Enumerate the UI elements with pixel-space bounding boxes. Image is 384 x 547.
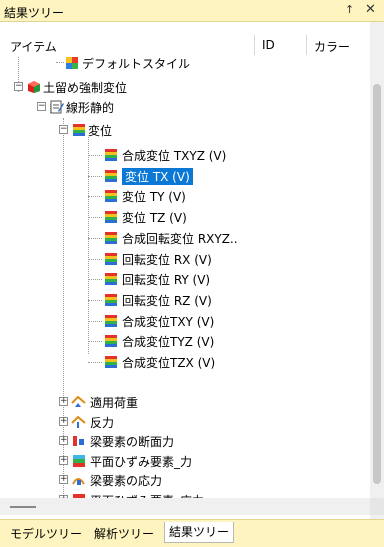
tab-analysis-tree[interactable]: 解析ツリー xyxy=(90,525,158,542)
collapse-toggle[interactable]: − xyxy=(14,82,23,91)
vertical-scrollbar[interactable] xyxy=(370,22,384,519)
contour-icon xyxy=(73,124,85,136)
panel-title: 結果ツリー xyxy=(4,6,65,20)
reaction-icon xyxy=(71,415,86,428)
tree-node-displacement-item[interactable]: 変位 TX (V) xyxy=(0,166,370,185)
contour-icon xyxy=(105,252,117,265)
tree-node-displacement-item[interactable]: 変位 TY (V) xyxy=(0,186,370,205)
scroll-thumb[interactable] xyxy=(10,506,36,508)
contour-icon xyxy=(105,314,117,327)
horizontal-scrollbar[interactable] xyxy=(0,498,370,515)
contour-icon xyxy=(105,273,117,286)
tree-node-displacement-item[interactable]: 変位 TZ (V) xyxy=(0,207,370,226)
scroll-thumb[interactable] xyxy=(373,84,381,484)
contour-icon xyxy=(105,335,117,348)
close-icon[interactable]: ✕ xyxy=(365,2,376,17)
expand-toggle[interactable]: + xyxy=(59,436,68,445)
tree-node-result-item[interactable]: + 適用荷重 xyxy=(0,392,370,411)
tree-node-displacement-item[interactable]: 合成変位TZX (V) xyxy=(0,352,370,371)
contour-icon xyxy=(105,149,117,161)
analysis-doc-icon xyxy=(50,100,64,114)
tree-node-displacement-item[interactable]: 合成変位TXY (V) xyxy=(0,311,370,330)
contour-icon xyxy=(105,356,117,368)
contour-icon xyxy=(105,211,117,224)
tree-node-analysis[interactable]: − 線形静的 xyxy=(0,97,370,116)
tree-node-displacement-item[interactable]: 回転変位 RY (V) xyxy=(0,269,370,288)
model-cube-icon xyxy=(28,81,40,93)
plane-strain-icon xyxy=(73,454,85,467)
collapse-toggle[interactable]: − xyxy=(59,125,68,134)
panel-title-bar: 結果ツリー ↑ ✕ xyxy=(0,0,384,22)
pin-icon[interactable]: ↑ xyxy=(345,3,354,16)
tree-node-root[interactable]: − 土留め強制変位 xyxy=(0,77,370,96)
expand-toggle[interactable]: + xyxy=(59,416,68,426)
tree-node-displacement-item[interactable]: 合成変位 TXYZ (V) xyxy=(0,145,370,164)
tree-node-result-item[interactable]: + 梁要素の断面力 xyxy=(0,431,370,450)
load-icon xyxy=(71,395,86,407)
scroll-corner xyxy=(370,498,384,515)
tree-node-displacement[interactable]: − 変位 xyxy=(0,120,370,139)
tree-node-result-item[interactable]: + 平面ひずみ要素_力 xyxy=(0,451,370,470)
result-tree: デフォルトスタイル − 土留め強制変位 − 線形静的 − 変位 合成変位 TXY… xyxy=(0,22,370,519)
tab-model-tree[interactable]: モデルツリー xyxy=(6,525,86,542)
tree-node-result-item[interactable]: + 梁要素の応力 xyxy=(0,470,370,489)
tree-tabs: モデルツリー 解析ツリー 結果ツリー xyxy=(0,519,384,547)
tab-result-tree[interactable]: 結果ツリー xyxy=(164,522,235,543)
tree-node-displacement-item[interactable]: 回転変位 RZ (V) xyxy=(0,290,370,309)
expand-toggle[interactable]: + xyxy=(59,455,68,465)
beam-stress-icon xyxy=(72,478,85,485)
beam-force-icon xyxy=(73,436,84,446)
expand-toggle[interactable]: + xyxy=(59,475,68,484)
tree-node-displacement-item[interactable]: 合成回転変位 RXYZ.. xyxy=(0,228,370,247)
result-tree-panel: アイテム ID カラー デフォルトスタイル − 土留め強制変位 − 線形静的 −… xyxy=(0,22,384,519)
tree-node-result-item[interactable]: + 反力 xyxy=(0,412,370,431)
tree-node-displacement-item[interactable]: 回転変位 RX (V) xyxy=(0,249,370,268)
collapse-toggle[interactable]: − xyxy=(37,102,46,111)
tree-node-displacement-item[interactable]: 合成変位TYZ (V) xyxy=(0,331,370,350)
contour-icon xyxy=(105,293,117,306)
contour-icon xyxy=(105,169,117,182)
tree-node-default-style[interactable]: デフォルトスタイル xyxy=(0,53,370,72)
expand-toggle[interactable]: + xyxy=(59,397,68,406)
style-icon xyxy=(66,57,78,69)
contour-icon xyxy=(105,231,117,244)
contour-icon xyxy=(105,190,117,203)
